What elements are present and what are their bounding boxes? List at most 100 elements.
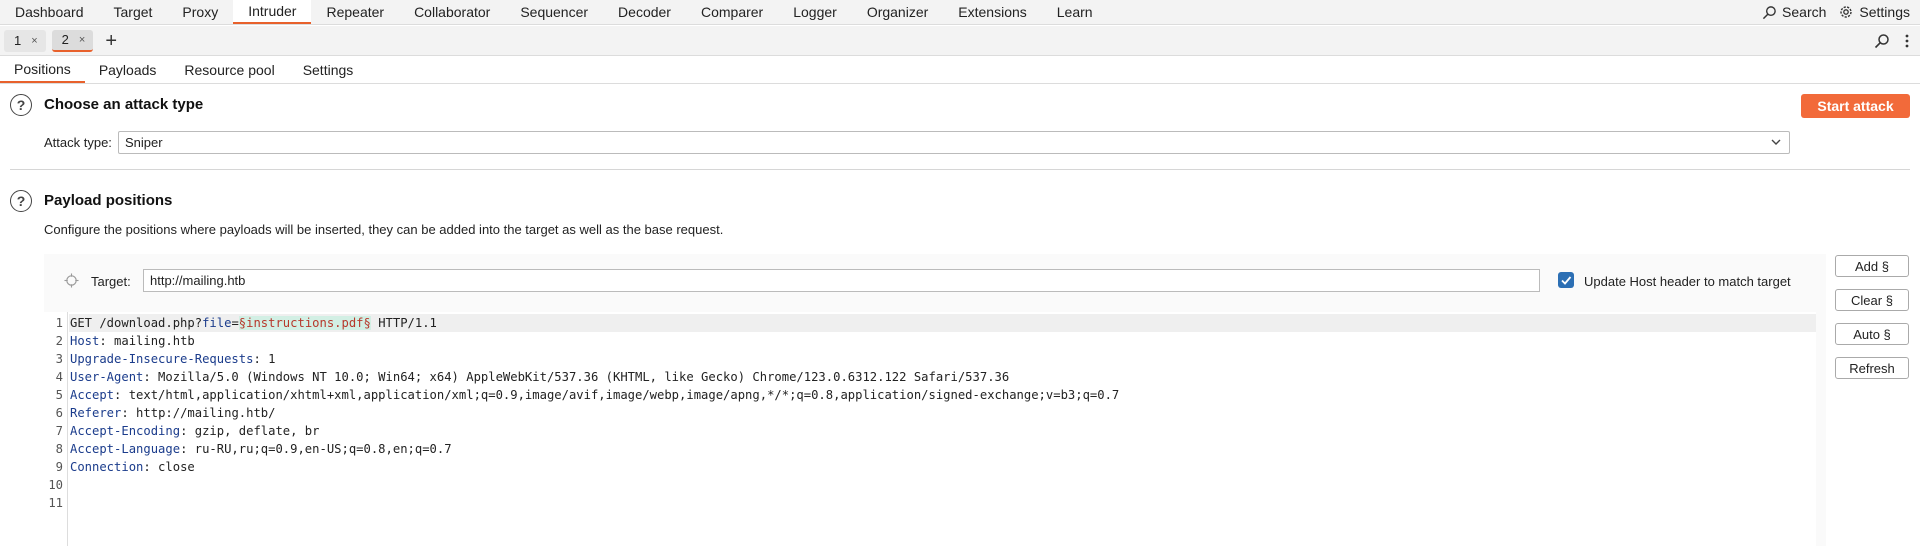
header-line: 6 Referer: http://mailing.htb/ bbox=[44, 404, 1816, 422]
menu-dashboard[interactable]: Dashboard bbox=[0, 0, 99, 24]
add-tab-button[interactable]: + bbox=[105, 31, 117, 51]
header-line: 8 Accept-Language: ru-RU,ru;q=0.9,en-US;… bbox=[44, 440, 1816, 458]
request-editor[interactable]: 1 GET /download.php?file=§instructions.p… bbox=[44, 312, 1816, 546]
kebab-menu-icon[interactable] bbox=[1904, 33, 1910, 49]
global-settings-button[interactable]: Settings bbox=[1838, 4, 1910, 20]
menu-extensions[interactable]: Extensions bbox=[943, 0, 1041, 24]
header-colon: : bbox=[143, 370, 151, 384]
header-colon: : bbox=[253, 352, 261, 366]
start-attack-button[interactable]: Start attack bbox=[1801, 94, 1910, 118]
attack-type-value: Sniper bbox=[125, 135, 163, 150]
update-host-label: Update Host header to match target bbox=[1584, 274, 1791, 289]
header-name: User-Agent bbox=[70, 370, 144, 384]
header-value: 1 bbox=[260, 352, 276, 366]
header-colon: : bbox=[143, 460, 151, 474]
refresh-button[interactable]: Refresh bbox=[1835, 357, 1909, 379]
empty-line: 11 bbox=[44, 494, 1816, 512]
line-number: 3 bbox=[55, 352, 63, 366]
menu-proxy[interactable]: Proxy bbox=[167, 0, 233, 24]
attack-type-label: Attack type: bbox=[44, 135, 112, 150]
attack-type-heading: Choose an attack type bbox=[44, 96, 204, 113]
payload-positions-description: Configure the positions where payloads w… bbox=[44, 222, 724, 237]
request-line: 1 GET /download.php?file=§instructions.p… bbox=[44, 314, 1816, 332]
target-label: Target: bbox=[91, 274, 131, 289]
header-text: Accept-Language: ru-RU,ru;q=0.9,en-US;q=… bbox=[70, 442, 452, 456]
header-line: 7 Accept-Encoding: gzip, deflate, br bbox=[44, 422, 1816, 440]
line-number: 11 bbox=[48, 496, 63, 510]
header-value: close bbox=[150, 460, 195, 474]
line-number: 8 bbox=[55, 442, 63, 456]
line-number: 1 bbox=[55, 316, 63, 330]
main-menu: Dashboard Target Proxy Intruder Repeater… bbox=[0, 0, 1108, 24]
param-name: file bbox=[202, 316, 232, 330]
close-icon[interactable]: × bbox=[79, 34, 85, 46]
clear-markers-button[interactable]: Clear § bbox=[1835, 289, 1909, 311]
gear-icon bbox=[1840, 6, 1853, 18]
menu-target[interactable]: Target bbox=[99, 0, 168, 24]
line-number: 6 bbox=[55, 406, 63, 420]
header-name: Connection bbox=[70, 460, 144, 474]
instance-tab-label: 1 bbox=[14, 33, 22, 48]
empty-line: 10 bbox=[44, 476, 1816, 494]
global-search-button[interactable]: Search bbox=[1762, 4, 1826, 20]
tab-row-tools bbox=[1860, 33, 1920, 49]
tab-positions[interactable]: Positions bbox=[0, 57, 85, 83]
help-circle-icon[interactable]: ? bbox=[10, 94, 32, 116]
instance-tab-2[interactable]: 2 × bbox=[51, 29, 94, 52]
section-divider bbox=[10, 169, 1910, 170]
auto-markers-button[interactable]: Auto § bbox=[1835, 323, 1909, 345]
intruder-subtabs: Positions Payloads Resource pool Setting… bbox=[0, 57, 1920, 84]
global-tools: Search Settings bbox=[1750, 0, 1920, 24]
line-number: 10 bbox=[48, 478, 63, 492]
header-name: Accept-Language bbox=[70, 442, 181, 456]
check-icon bbox=[1561, 276, 1572, 285]
settings-label: Settings bbox=[1859, 4, 1910, 20]
header-text: Upgrade-Insecure-Requests: 1 bbox=[70, 352, 275, 366]
search-icon[interactable] bbox=[1874, 33, 1890, 49]
update-host-checkbox[interactable] bbox=[1558, 272, 1574, 288]
instance-tab-label: 2 bbox=[61, 32, 69, 47]
header-line: 4 User-Agent: Mozilla/5.0 (Windows NT 10… bbox=[44, 368, 1816, 386]
protocol: HTTP/1.1 bbox=[370, 316, 437, 330]
header-text: Referer: http://mailing.htb/ bbox=[70, 406, 275, 420]
instance-tab-1[interactable]: 1 × bbox=[4, 29, 46, 52]
header-value: ru-RU,ru;q=0.9,en-US;q=0.8,en;q=0.7 bbox=[187, 442, 452, 456]
top-menu-bar: Dashboard Target Proxy Intruder Repeater… bbox=[0, 0, 1920, 25]
tab-resource-pool[interactable]: Resource pool bbox=[170, 57, 288, 83]
header-name: Accept-Encoding bbox=[70, 424, 181, 438]
line-number: 7 bbox=[55, 424, 63, 438]
header-colon: : bbox=[121, 406, 129, 420]
add-marker-button[interactable]: Add § bbox=[1835, 255, 1909, 277]
payload-marker[interactable]: §instructions.pdf§ bbox=[238, 316, 371, 330]
header-line: 2 Host: mailing.htb bbox=[44, 332, 1816, 350]
menu-sequencer[interactable]: Sequencer bbox=[505, 0, 603, 24]
intruder-instance-tabs: 1 × 2 × + bbox=[0, 26, 1920, 56]
search-icon bbox=[1762, 5, 1776, 19]
menu-collaborator[interactable]: Collaborator bbox=[399, 0, 505, 24]
menu-intruder[interactable]: Intruder bbox=[233, 0, 312, 24]
menu-learn[interactable]: Learn bbox=[1042, 0, 1108, 24]
header-value: Mozilla/5.0 (Windows NT 10.0; Win64; x64… bbox=[150, 370, 1010, 384]
header-line: 3 Upgrade-Insecure-Requests: 1 bbox=[44, 350, 1816, 368]
target-input[interactable]: http://mailing.htb bbox=[143, 269, 1540, 292]
header-line: 9 Connection: close bbox=[44, 458, 1816, 476]
tab-payloads[interactable]: Payloads bbox=[85, 57, 171, 83]
menu-organizer[interactable]: Organizer bbox=[852, 0, 943, 24]
menu-comparer[interactable]: Comparer bbox=[686, 0, 778, 24]
header-name: Accept bbox=[70, 388, 115, 402]
method-path: GET /download.php? bbox=[70, 316, 203, 330]
help-circle-icon[interactable]: ? bbox=[10, 190, 32, 212]
header-name: Upgrade-Insecure-Requests bbox=[70, 352, 254, 366]
menu-decoder[interactable]: Decoder bbox=[603, 0, 686, 24]
tab-settings[interactable]: Settings bbox=[289, 57, 368, 83]
menu-logger[interactable]: Logger bbox=[778, 0, 852, 24]
chevron-down-icon bbox=[1771, 139, 1781, 145]
header-text: User-Agent: Mozilla/5.0 (Windows NT 10.0… bbox=[70, 370, 1009, 384]
header-text: Connection: close bbox=[70, 460, 195, 474]
menu-repeater[interactable]: Repeater bbox=[311, 0, 399, 24]
close-icon[interactable]: × bbox=[31, 35, 37, 47]
attack-type-select[interactable]: Sniper bbox=[118, 131, 1790, 154]
payload-positions-heading: Payload positions bbox=[44, 192, 173, 209]
header-text: Accept-Encoding: gzip, deflate, br bbox=[70, 424, 319, 438]
crosshair-icon bbox=[64, 273, 79, 288]
